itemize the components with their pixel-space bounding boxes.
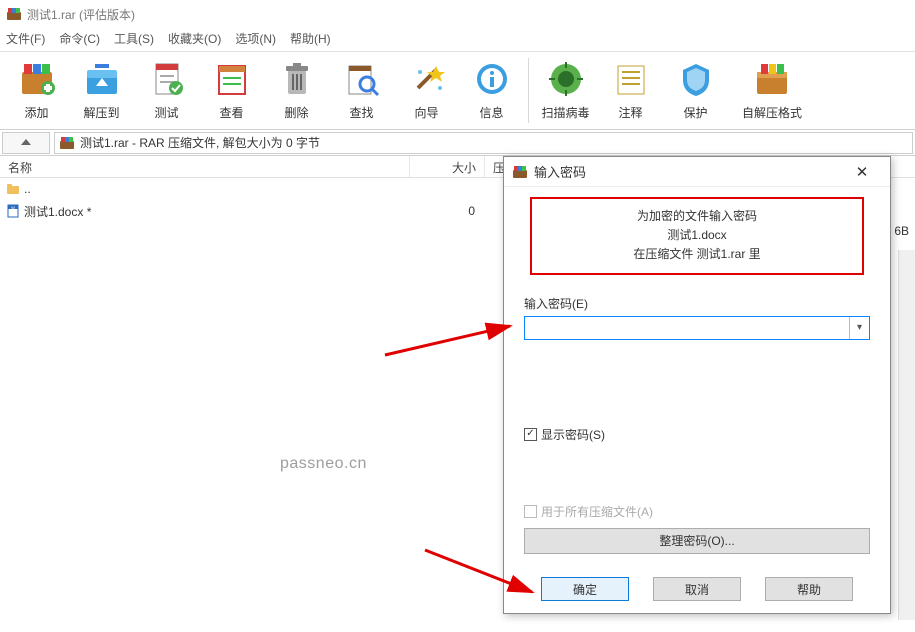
toolbar-test[interactable]: 测试 — [134, 54, 199, 127]
folder-up-icon — [6, 182, 20, 196]
dialog-title: 输入密码 — [534, 162, 842, 181]
menu-file[interactable]: 文件(F) — [6, 30, 45, 47]
help-button[interactable]: 帮助 — [765, 577, 853, 601]
toolbar-separator — [528, 58, 529, 123]
toolbar-protect[interactable]: 保护 — [663, 54, 728, 127]
watermark: passneo.cn — [280, 455, 367, 473]
toolbar-find[interactable]: 查找 — [329, 54, 394, 127]
column-name[interactable]: 名称 — [0, 156, 410, 177]
use-for-all-checkbox — [524, 505, 537, 518]
pathbar: 测试1.rar - RAR 压缩文件, 解包大小为 0 字节 — [0, 130, 915, 156]
window-titlebar: 测试1.rar (评估版本) — [0, 0, 915, 28]
dialog-info-box: 为加密的文件输入密码 测试1.docx 在压缩文件 测试1.rar 里 — [530, 197, 864, 275]
find-icon — [341, 58, 383, 100]
wizard-icon — [406, 58, 448, 100]
svg-text:W: W — [11, 205, 15, 210]
view-icon — [211, 58, 253, 100]
toolbar-wizard[interactable]: 向导 — [394, 54, 459, 127]
sfx-icon — [751, 58, 793, 100]
toolbar-extract-to[interactable]: 解压到 — [69, 54, 134, 127]
password-label: 输入密码(E) — [524, 295, 870, 312]
info-icon — [471, 58, 513, 100]
extract-icon — [81, 58, 123, 100]
toolbar-sfx[interactable]: 自解压格式 — [728, 54, 816, 127]
winrar-app-icon — [6, 6, 22, 22]
menu-options[interactable]: 选项(N) — [235, 30, 276, 47]
password-input[interactable] — [525, 317, 849, 339]
annotation-arrow-1 — [380, 320, 520, 360]
column-size[interactable]: 大小 — [410, 156, 485, 177]
dialog-close-button[interactable]: ✕ — [842, 159, 882, 185]
toolbar-delete[interactable]: 删除 — [264, 54, 329, 127]
winrar-app-icon — [512, 164, 528, 180]
toolbar-info[interactable]: 信息 — [459, 54, 524, 127]
scrollbar[interactable] — [898, 250, 915, 620]
protect-icon — [675, 58, 717, 100]
comment-icon — [610, 58, 652, 100]
password-dialog: 输入密码 ✕ 为加密的文件输入密码 测试1.docx 在压缩文件 测试1.rar… — [503, 156, 891, 614]
add-icon — [16, 58, 58, 100]
close-icon: ✕ — [856, 163, 869, 181]
clipped-text: 6B — [894, 224, 909, 238]
window-title: 测试1.rar (评估版本) — [27, 6, 135, 23]
toolbar-comment[interactable]: 注释 — [598, 54, 663, 127]
toolbar-view[interactable]: 查看 — [199, 54, 264, 127]
password-combobox[interactable]: ▾ — [524, 316, 870, 340]
use-for-all-row: 用于所有压缩文件(A) — [524, 503, 870, 520]
archive-icon — [59, 135, 75, 151]
cancel-button[interactable]: 取消 — [653, 577, 741, 601]
chevron-down-icon: ▾ — [857, 322, 862, 333]
delete-icon — [276, 58, 318, 100]
dialog-titlebar: 输入密码 ✕ — [504, 157, 890, 187]
up-button[interactable] — [2, 132, 50, 154]
toolbar-add[interactable]: 添加 — [4, 54, 69, 127]
show-password-row[interactable]: 显示密码(S) — [524, 426, 870, 443]
menubar: 文件(F) 命令(C) 工具(S) 收藏夹(O) 选项(N) 帮助(H) — [0, 28, 915, 51]
show-password-checkbox[interactable] — [524, 428, 537, 441]
menu-command[interactable]: 命令(C) — [59, 30, 100, 47]
docx-icon: W — [6, 204, 20, 218]
menu-help[interactable]: 帮助(H) — [290, 30, 331, 47]
dropdown-arrow[interactable]: ▾ — [849, 317, 869, 339]
menu-tools[interactable]: 工具(S) — [114, 30, 154, 47]
toolbar: 添加 解压到 测试 查看 — [0, 51, 915, 130]
test-icon — [146, 58, 188, 100]
dialog-footer: 确定 取消 帮助 — [504, 577, 890, 601]
virus-scan-icon — [545, 58, 587, 100]
path-display[interactable]: 测试1.rar - RAR 压缩文件, 解包大小为 0 字节 — [54, 132, 913, 154]
manage-passwords-button[interactable]: 整理密码(O)... — [524, 528, 870, 554]
ok-button[interactable]: 确定 — [541, 577, 629, 601]
up-arrow-icon — [19, 136, 33, 150]
toolbar-virus-scan[interactable]: 扫描病毒 — [533, 54, 598, 127]
menu-favorites[interactable]: 收藏夹(O) — [168, 30, 221, 47]
